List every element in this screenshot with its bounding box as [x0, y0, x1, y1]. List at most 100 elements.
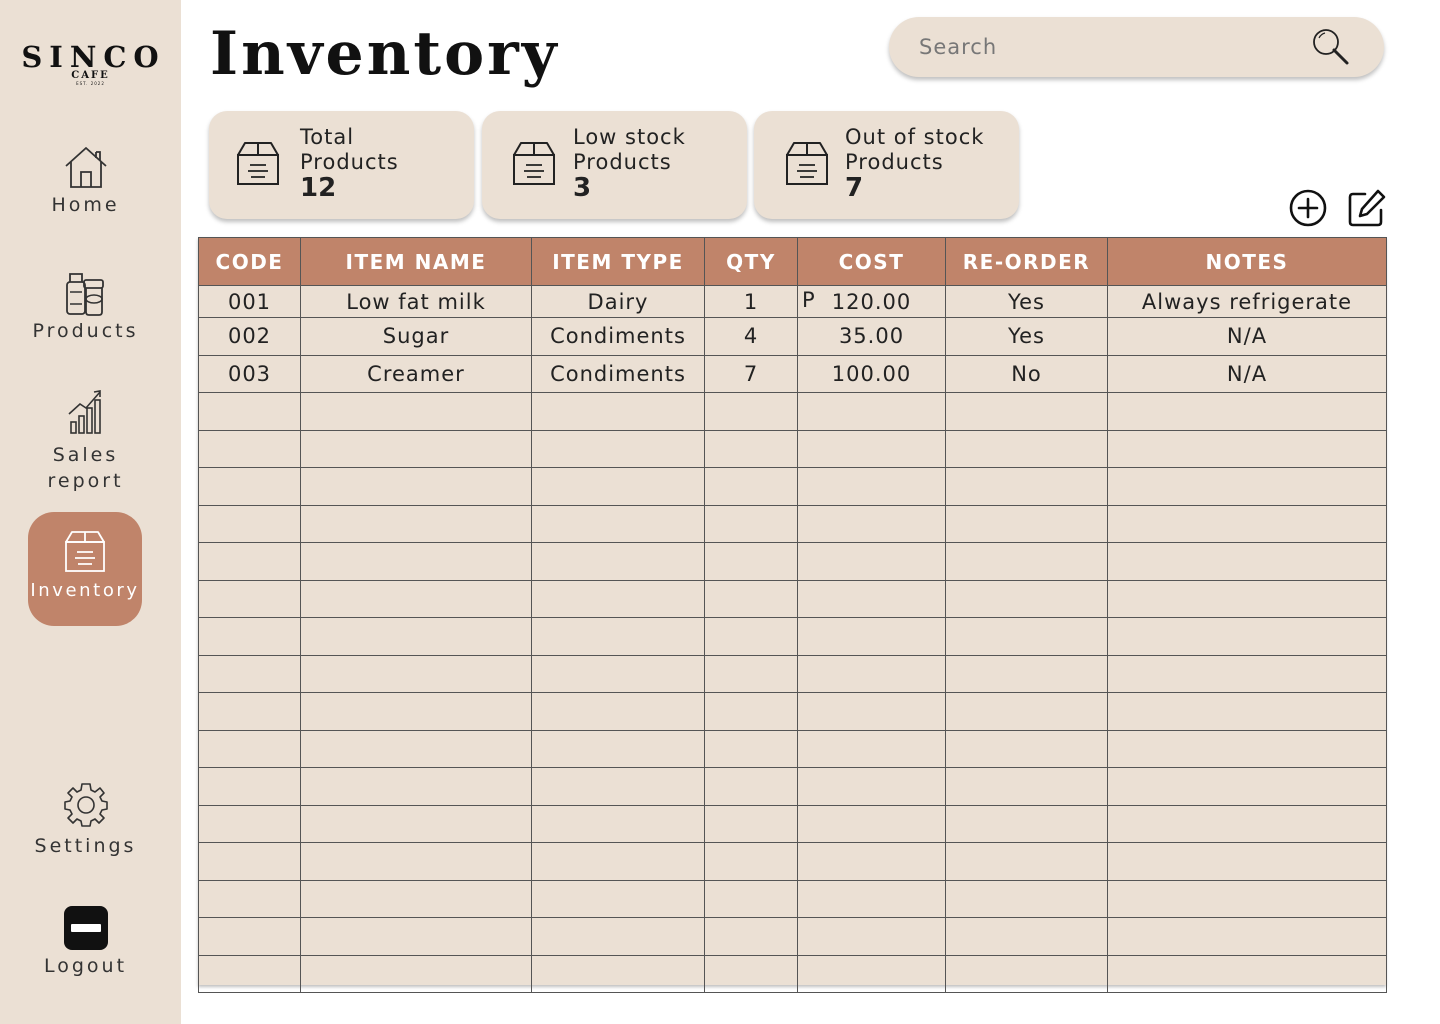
cell-reorder[interactable]: [945, 617, 1108, 656]
cell-notes[interactable]: [1107, 917, 1387, 956]
cell-reorder[interactable]: [945, 842, 1108, 881]
cell-notes[interactable]: [1107, 504, 1387, 543]
cell-item-name[interactable]: [300, 467, 532, 506]
table-row-empty[interactable]: [198, 879, 1387, 918]
cell-code[interactable]: [198, 654, 301, 693]
cell-item-name[interactable]: [300, 542, 532, 581]
cell-cost[interactable]: [797, 917, 946, 956]
table-row-empty[interactable]: [198, 954, 1387, 993]
cell-cost[interactable]: [797, 542, 946, 581]
column-header-item-name[interactable]: ITEM NAME: [300, 237, 532, 286]
cell-item-name[interactable]: [300, 429, 532, 468]
cell-reorder[interactable]: [945, 467, 1108, 506]
table-row-empty[interactable]: [198, 692, 1387, 731]
cell-item-type[interactable]: [531, 917, 705, 956]
cell-item-name[interactable]: [300, 954, 532, 993]
cell-notes[interactable]: [1107, 579, 1387, 618]
cell-code[interactable]: [198, 879, 301, 918]
sidebar-item-home[interactable]: Home: [0, 144, 171, 218]
cell-notes[interactable]: [1107, 729, 1387, 768]
cell-qty[interactable]: [704, 654, 798, 693]
table-row-empty[interactable]: [198, 804, 1387, 843]
cell-item-name[interactable]: [300, 842, 532, 881]
cell-cost[interactable]: [797, 767, 946, 806]
cell-qty[interactable]: [704, 617, 798, 656]
cell-qty[interactable]: [704, 729, 798, 768]
sidebar-item-sales-report[interactable]: Sales report: [0, 388, 171, 494]
cell-item-type[interactable]: [531, 542, 705, 581]
cell-qty[interactable]: [704, 579, 798, 618]
table-row[interactable]: 002 Sugar Condiments 4 35.00 Yes N/A: [198, 317, 1387, 356]
cell-item-name[interactable]: [300, 692, 532, 731]
cell-cost[interactable]: [797, 804, 946, 843]
cell-item-type[interactable]: [531, 617, 705, 656]
table-row-empty[interactable]: [198, 504, 1387, 543]
cell-notes[interactable]: [1107, 692, 1387, 731]
cell-reorder[interactable]: [945, 392, 1108, 431]
cell-item-name[interactable]: [300, 879, 532, 918]
cell-notes[interactable]: [1107, 617, 1387, 656]
cell-notes[interactable]: [1107, 429, 1387, 468]
table-row-empty[interactable]: [198, 842, 1387, 881]
cell-qty[interactable]: [704, 842, 798, 881]
cell-reorder[interactable]: [945, 542, 1108, 581]
cell-reorder[interactable]: [945, 654, 1108, 693]
cell-notes[interactable]: [1107, 392, 1387, 431]
sidebar-item-logout[interactable]: Logout: [0, 905, 171, 979]
cell-item-type[interactable]: [531, 692, 705, 731]
table-row-empty[interactable]: [198, 429, 1387, 468]
cell-code[interactable]: [198, 467, 301, 506]
column-header-item-type[interactable]: ITEM TYPE: [531, 237, 705, 286]
cell-item-name[interactable]: [300, 617, 532, 656]
cell-qty[interactable]: [704, 429, 798, 468]
cell-code[interactable]: [198, 542, 301, 581]
cell-cost[interactable]: [797, 579, 946, 618]
cell-reorder[interactable]: [945, 917, 1108, 956]
cell-code[interactable]: [198, 504, 301, 543]
cell-code[interactable]: [198, 804, 301, 843]
cell-item-name[interactable]: [300, 654, 532, 693]
cell-reorder[interactable]: [945, 579, 1108, 618]
cell-reorder[interactable]: [945, 429, 1108, 468]
cell-cost[interactable]: [797, 504, 946, 543]
cell-item-name[interactable]: [300, 504, 532, 543]
sidebar-item-products[interactable]: Products: [0, 270, 171, 344]
cell-item-name[interactable]: [300, 804, 532, 843]
cell-item-type[interactable]: [531, 842, 705, 881]
cell-item-name[interactable]: [300, 729, 532, 768]
cell-qty[interactable]: [704, 467, 798, 506]
cell-cost[interactable]: [797, 954, 946, 993]
column-header-reorder[interactable]: RE-ORDER: [945, 237, 1108, 286]
cell-cost[interactable]: [797, 879, 946, 918]
table-row-empty[interactable]: [198, 617, 1387, 656]
table-row-empty[interactable]: [198, 917, 1387, 956]
cell-reorder[interactable]: [945, 804, 1108, 843]
table-row-empty[interactable]: [198, 654, 1387, 693]
cell-code[interactable]: [198, 917, 301, 956]
cell-qty[interactable]: [704, 767, 798, 806]
cell-reorder[interactable]: [945, 767, 1108, 806]
edit-button[interactable]: [1347, 188, 1387, 228]
cell-item-type[interactable]: [531, 429, 705, 468]
table-row[interactable]: 001 Low fat milk Dairy 1 P 120.00 Yes Alw…: [198, 285, 1387, 318]
cell-code[interactable]: [198, 579, 301, 618]
column-header-qty[interactable]: QTY: [704, 237, 798, 286]
cell-item-type[interactable]: [531, 579, 705, 618]
cell-item-name[interactable]: [300, 579, 532, 618]
cell-qty[interactable]: [704, 917, 798, 956]
cell-item-type[interactable]: [531, 767, 705, 806]
table-row[interactable]: 003 Creamer Condiments 7 100.00 No N/A: [198, 354, 1387, 393]
cell-notes[interactable]: [1107, 467, 1387, 506]
column-header-cost[interactable]: COST: [797, 237, 946, 286]
cell-qty[interactable]: [704, 954, 798, 993]
sidebar-item-inventory[interactable]: Inventory: [28, 512, 142, 626]
table-row-empty[interactable]: [198, 729, 1387, 768]
cell-code[interactable]: [198, 429, 301, 468]
cell-cost[interactable]: [797, 654, 946, 693]
cell-reorder[interactable]: [945, 692, 1108, 731]
cell-code[interactable]: [198, 954, 301, 993]
cell-notes[interactable]: [1107, 767, 1387, 806]
table-row-empty[interactable]: [198, 579, 1387, 618]
cell-cost[interactable]: [797, 617, 946, 656]
cell-notes[interactable]: [1107, 804, 1387, 843]
